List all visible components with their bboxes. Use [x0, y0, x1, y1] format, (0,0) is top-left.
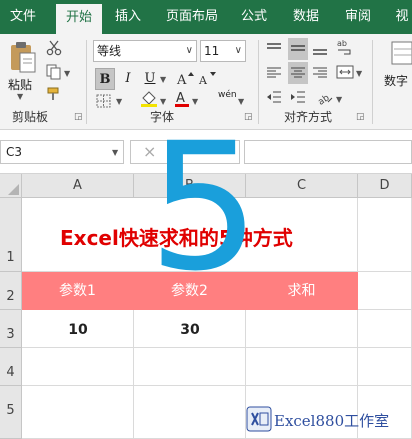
- merge-dropdown-caret[interactable]: ▼: [356, 69, 362, 78]
- tab-review[interactable]: 审阅: [340, 0, 376, 34]
- wrap-text-icon[interactable]: ab: [336, 38, 354, 56]
- row-header-1[interactable]: 1: [0, 198, 22, 272]
- paste-button[interactable]: 粘贴: [8, 76, 32, 93]
- cell-a5[interactable]: [22, 386, 134, 439]
- tab-insert[interactable]: 插入: [110, 0, 146, 34]
- select-all-icon: [8, 184, 19, 195]
- align-right-icon[interactable]: [312, 66, 328, 80]
- cell-d3[interactable]: [358, 310, 412, 348]
- format-painter-icon[interactable]: [46, 86, 62, 102]
- cut-icon[interactable]: [46, 40, 62, 56]
- cell-c3[interactable]: [246, 310, 358, 348]
- name-box[interactable]: C3: [0, 140, 124, 164]
- watermark-text: Excel880工作室: [274, 412, 390, 430]
- column-header-c[interactable]: C: [246, 174, 358, 198]
- paste-icon[interactable]: [8, 40, 38, 74]
- merge-center-icon[interactable]: [336, 64, 354, 80]
- svg-text:A: A: [176, 91, 185, 106]
- number-format-icon[interactable]: [390, 40, 412, 66]
- align-top-icon[interactable]: [266, 42, 282, 56]
- value-a3: 10: [68, 322, 88, 338]
- value-b3: 30: [180, 322, 200, 338]
- header-cell-sum[interactable]: 求和: [246, 272, 358, 310]
- borders-dropdown-caret[interactable]: ▼: [116, 97, 122, 106]
- formula-input[interactable]: [244, 140, 412, 164]
- align-left-icon[interactable]: [266, 66, 282, 80]
- font-size-combo[interactable]: 11 ∨: [200, 40, 246, 62]
- name-box-dropdown-caret[interactable]: ▼: [112, 148, 118, 157]
- tab-page-layout[interactable]: 页面布局: [162, 0, 222, 34]
- orientation-dropdown-caret[interactable]: ▼: [336, 95, 342, 104]
- overlay-number: 5: [148, 105, 260, 310]
- cell-b4[interactable]: [134, 348, 246, 386]
- ribbon-tab-bar: 文件 开始 插入 页面布局 公式 数据 审阅 视: [0, 0, 412, 34]
- copy-icon[interactable]: [46, 64, 62, 80]
- cell-c4[interactable]: [246, 348, 358, 386]
- align-center-icon[interactable]: [288, 62, 308, 84]
- align-middle-icon[interactable]: [288, 38, 308, 60]
- borders-icon[interactable]: [96, 94, 112, 108]
- select-all-corner[interactable]: [0, 174, 22, 198]
- italic-button[interactable]: I: [118, 68, 138, 90]
- paste-dropdown-caret[interactable]: ▼: [17, 92, 23, 101]
- font-size-value: 11: [204, 44, 220, 58]
- cell-d1[interactable]: [358, 198, 412, 272]
- alignment-group-label: 对齐方式: [284, 110, 333, 124]
- row-header-4[interactable]: 4: [0, 348, 22, 386]
- increase-indent-icon[interactable]: [290, 90, 306, 104]
- row-header-2[interactable]: 2: [0, 272, 22, 310]
- cell-b5[interactable]: [134, 386, 246, 439]
- chevron-down-icon: ∨: [234, 45, 242, 56]
- excel880-logo-icon: [246, 406, 272, 432]
- alignment-launcher-icon[interactable]: ◲: [356, 112, 365, 122]
- chevron-down-icon: ∨: [185, 45, 193, 56]
- svg-text:A: A: [198, 74, 208, 87]
- bold-button[interactable]: B: [95, 68, 115, 90]
- tab-home[interactable]: 开始: [56, 4, 102, 34]
- phonetic-button[interactable]: wén: [218, 90, 237, 100]
- increase-font-icon[interactable]: A: [176, 71, 194, 87]
- font-name-value: 等线: [97, 44, 122, 58]
- cell-d4[interactable]: [358, 348, 412, 386]
- decrease-indent-icon[interactable]: [266, 90, 282, 104]
- group-divider: [86, 40, 87, 124]
- tab-formulas[interactable]: 公式: [236, 0, 272, 34]
- tab-file[interactable]: 文件: [6, 0, 40, 34]
- number-format-label[interactable]: 数字: [384, 72, 408, 89]
- watermark: Excel880工作室: [246, 402, 412, 436]
- font-name-combo[interactable]: 等线 ∨: [93, 40, 197, 62]
- clipboard-group-label: 剪贴板: [12, 110, 49, 124]
- group-divider: [372, 40, 373, 124]
- underline-dropdown-caret[interactable]: ▼: [160, 75, 166, 84]
- row-header-3[interactable]: 3: [0, 310, 22, 348]
- row-header-5[interactable]: 5: [0, 386, 22, 439]
- svg-text:ab: ab: [337, 39, 347, 48]
- svg-text:A: A: [176, 73, 187, 87]
- column-header-a[interactable]: A: [22, 174, 134, 198]
- clipboard-launcher-icon[interactable]: ◲: [74, 112, 83, 122]
- cell-a4[interactable]: [22, 348, 134, 386]
- header-cell-param1[interactable]: 参数1: [22, 272, 134, 310]
- cell-d2[interactable]: [358, 272, 412, 310]
- tab-view[interactable]: 视: [392, 0, 412, 34]
- decrease-font-icon[interactable]: A: [198, 71, 216, 87]
- align-bottom-icon[interactable]: [312, 42, 328, 56]
- orientation-icon[interactable]: ab: [316, 88, 334, 106]
- svg-text:ab: ab: [317, 93, 332, 106]
- column-header-d[interactable]: D: [358, 174, 412, 198]
- underline-button[interactable]: U: [140, 68, 160, 90]
- tab-data[interactable]: 数据: [288, 0, 324, 34]
- copy-dropdown-caret[interactable]: ▼: [64, 69, 70, 78]
